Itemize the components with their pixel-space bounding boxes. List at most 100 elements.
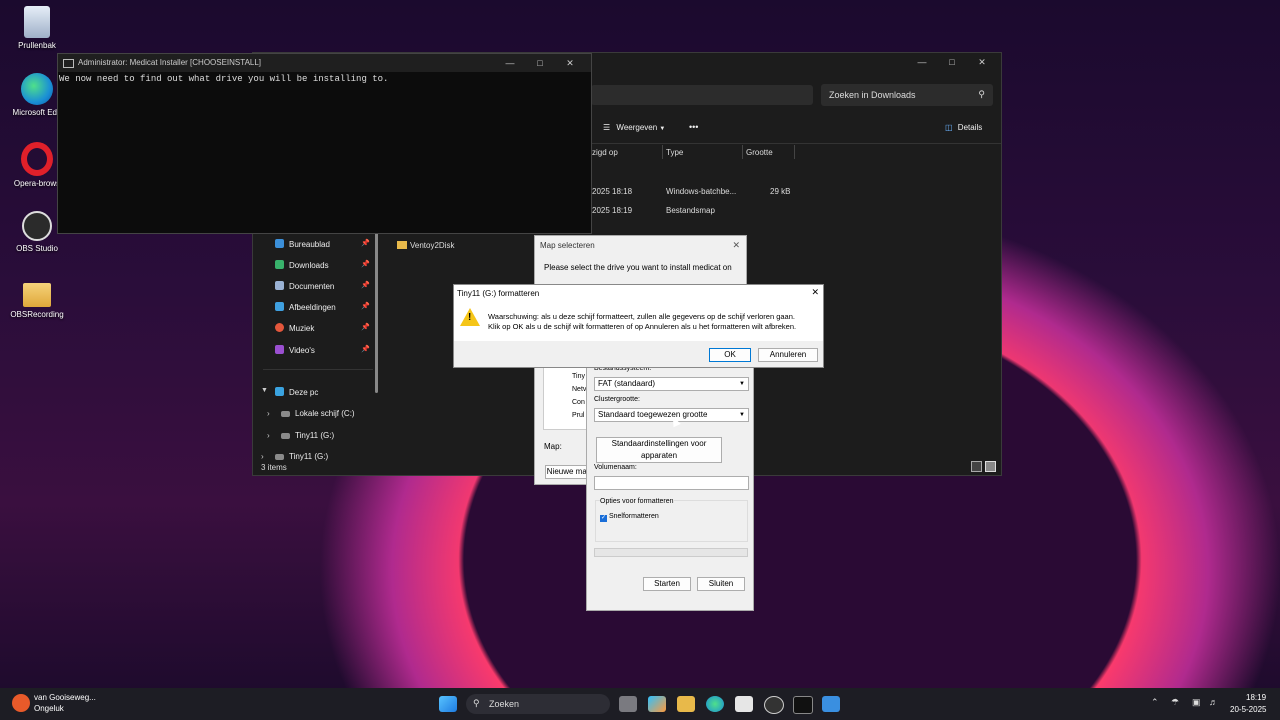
search-input[interactable]: Zoeken in Downloads <box>829 90 916 100</box>
close-icon[interactable]: ✕ <box>967 57 997 68</box>
cluster-value: Standaard toegewezen grootte <box>598 410 708 419</box>
folder-icon <box>397 241 407 249</box>
dialog-title: Tiny11 (G:) formatteren <box>457 289 540 298</box>
folder-list-item[interactable]: Ventoy2Disk <box>397 241 454 250</box>
sidebar-item-videos[interactable]: Video's <box>275 345 315 355</box>
sidebar-item-pictures[interactable]: Afbeeldingen <box>275 302 336 312</box>
row-size: 29 kB <box>770 187 791 196</box>
cluster-label: Clustergrootte: <box>594 396 640 403</box>
dialog-title: Map selecteren <box>540 241 595 250</box>
sidebar-item-desktop[interactable]: Bureaublad <box>275 239 330 249</box>
close-icon[interactable]: ✕ <box>555 54 585 72</box>
search-box[interactable]: Zoeken in Downloads ⚲ <box>821 84 993 106</box>
expand-chevron-icon[interactable]: › <box>267 431 270 440</box>
close-icon[interactable]: ✕ <box>732 240 740 251</box>
sidebar-item-downloads[interactable]: Downloads <box>275 260 329 270</box>
sidebar-item-this-pc[interactable]: Deze pc <box>275 387 318 397</box>
drive-icon <box>281 411 290 417</box>
display-icon[interactable]: ▣ <box>1192 697 1201 708</box>
button-bar: OK Annuleren <box>454 341 823 367</box>
close-button[interactable]: Sluiten <box>697 577 745 591</box>
desktop-icon <box>275 239 284 248</box>
command-prompt-window[interactable]: Administrator: Medicat Installer [CHOOSE… <box>57 53 592 234</box>
folder-icon <box>23 283 51 307</box>
row-date: 2025 18:19 <box>592 206 633 215</box>
edge-icon <box>21 73 53 105</box>
explorer-window-controls: — □ ✕ <box>907 57 997 68</box>
column-header-size[interactable]: Grootte <box>746 148 773 157</box>
desktop-icon-recycle-bin[interactable]: Prullenbak <box>5 6 69 50</box>
document-icon <box>275 281 284 290</box>
sidebar-item-drive-c[interactable]: Lokale schijf (C:) <box>281 409 355 418</box>
expand-chevron-icon[interactable]: › <box>261 452 264 461</box>
sidebar-item-music[interactable]: Muziek <box>275 323 314 333</box>
tree-item[interactable]: Tiny <box>572 373 585 380</box>
start-button[interactable]: Starten <box>643 577 691 591</box>
column-divider <box>794 145 795 159</box>
ok-button[interactable]: OK <box>709 348 751 362</box>
start-button[interactable] <box>439 696 457 712</box>
tile-view-icon[interactable] <box>985 461 996 472</box>
restore-defaults-button[interactable]: Standaardinstellingen voor apparaten <box>596 437 722 463</box>
music-icon <box>275 323 284 332</box>
taskbar-search[interactable]: ⚲ Zoeken <box>466 694 610 714</box>
tree-item[interactable]: Netv <box>572 386 586 393</box>
row-type: Windows-batchbe... <box>666 187 737 196</box>
weather-title: van Gooiseweg... <box>34 693 96 702</box>
tree-item[interactable]: Prul <box>572 412 584 419</box>
view-button[interactable]: ☰ Weergeven ▼ <box>603 123 665 132</box>
search-icon: ⚲ <box>978 89 985 99</box>
format-progress-bar <box>594 548 748 557</box>
sidebar-item-drive-g[interactable]: Tiny11 (G:) <box>281 431 334 440</box>
edge-taskbar-icon[interactable] <box>706 696 724 712</box>
terminal-taskbar-icon[interactable] <box>793 696 813 714</box>
search-icon: ⚲ <box>473 698 480 708</box>
opera-icon <box>21 142 53 176</box>
view-icon: ☰ <box>603 123 611 132</box>
desktop-icon-obsrecording[interactable]: OBSRecording <box>5 283 69 319</box>
minimize-icon[interactable]: — <box>495 54 525 72</box>
obs-taskbar-icon[interactable] <box>764 696 784 714</box>
sidebar-scrollbar[interactable] <box>375 231 378 393</box>
sidebar-item-documents[interactable]: Documenten <box>275 281 334 291</box>
sidebar-item-drive-g-2[interactable]: Tiny11 (G:) <box>275 452 328 461</box>
sidebar-item-label: Muziek <box>289 324 315 333</box>
volume-name-input[interactable] <box>594 476 749 490</box>
details-button[interactable]: ◫ Details <box>945 123 982 132</box>
quick-format-checkbox[interactable]: ✓ Snelformatteren <box>600 513 659 522</box>
clock-date[interactable]: 20-5-2025 <box>1230 705 1266 714</box>
task-view-icon[interactable] <box>619 696 637 712</box>
format-app-taskbar-icon[interactable] <box>822 696 840 712</box>
desktop-icon-label: OBS Studio <box>16 244 58 253</box>
format-dialog: Bestandssysteem: FAT (standaard) ▼ Clust… <box>586 362 754 611</box>
chevron-down-icon: ▼ <box>739 412 745 418</box>
options-label: Opties voor formatteren <box>600 498 674 505</box>
store-icon[interactable] <box>735 696 753 712</box>
more-options-button[interactable]: ••• <box>689 122 698 132</box>
filesystem-select[interactable]: FAT (standaard) ▼ <box>594 377 749 391</box>
status-bar-text: 3 items <box>261 463 287 472</box>
address-bar[interactable] <box>591 85 813 105</box>
maximize-icon[interactable]: □ <box>937 57 967 67</box>
list-view-icon[interactable] <box>971 461 982 472</box>
sidebar-item-label: Tiny11 (G:) <box>295 431 335 440</box>
folder-name: Ventoy2Disk <box>410 241 455 250</box>
expand-chevron-icon[interactable]: ▼ <box>261 387 268 394</box>
cmd-title: Administrator: Medicat Installer [CHOOSE… <box>78 58 262 67</box>
volume-icon[interactable]: ♬ <box>1209 697 1218 707</box>
copilot-icon[interactable] <box>648 696 666 712</box>
close-icon[interactable]: ✕ <box>811 287 819 298</box>
maximize-icon[interactable]: □ <box>525 54 555 72</box>
clock-time[interactable]: 18:19 <box>1246 693 1266 702</box>
pin-icon: 📌 <box>361 240 370 247</box>
minimize-icon[interactable]: — <box>907 57 937 67</box>
column-header-date[interactable]: zigd op <box>592 148 618 157</box>
column-header-type[interactable]: Type <box>666 148 683 157</box>
download-icon <box>275 260 284 269</box>
tree-item[interactable]: Con <box>572 399 585 406</box>
expand-chevron-icon[interactable]: › <box>267 409 270 418</box>
network-icon[interactable]: ☂ <box>1171 697 1179 708</box>
file-explorer-taskbar-icon[interactable] <box>677 696 695 712</box>
tray-chevron-icon[interactable]: ⌃ <box>1151 697 1159 708</box>
cancel-button[interactable]: Annuleren <box>758 348 818 362</box>
